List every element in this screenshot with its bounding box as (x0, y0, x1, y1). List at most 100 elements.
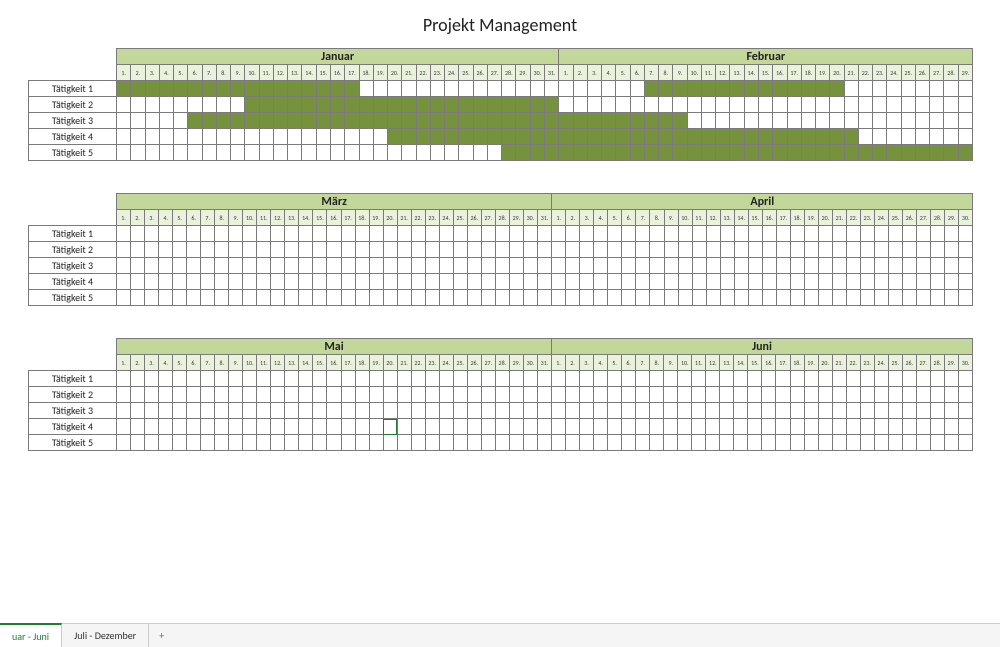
gantt-cell[interactable] (216, 145, 230, 161)
gantt-cell[interactable] (537, 274, 551, 290)
gantt-cell[interactable] (231, 113, 245, 129)
gantt-cell[interactable] (673, 129, 687, 145)
gantt-cell[interactable] (229, 387, 243, 403)
gantt-cell[interactable] (701, 81, 715, 97)
gantt-cell[interactable] (860, 371, 874, 387)
gantt-cell[interactable] (759, 97, 773, 113)
gantt-cell[interactable] (273, 145, 287, 161)
gantt-cell[interactable] (551, 403, 565, 419)
gantt-cell[interactable] (846, 387, 860, 403)
gantt-cell[interactable] (473, 113, 487, 129)
gantt-cell[interactable] (173, 371, 187, 387)
gantt-cell[interactable] (216, 129, 230, 145)
gantt-cell[interactable] (650, 290, 664, 306)
gantt-cell[interactable] (659, 129, 673, 145)
gantt-cell[interactable] (846, 226, 860, 242)
gantt-cell[interactable] (201, 258, 215, 274)
gantt-cell[interactable] (959, 258, 973, 274)
gantt-cell[interactable] (858, 113, 872, 129)
gantt-cell[interactable] (636, 258, 650, 274)
gantt-cell[interactable] (430, 145, 444, 161)
gantt-cell[interactable] (730, 113, 744, 129)
gantt-cell[interactable] (720, 403, 734, 419)
gantt-cell[interactable] (692, 258, 706, 274)
gantt-cell[interactable] (439, 419, 453, 435)
gantt-cell[interactable] (552, 226, 566, 242)
gantt-cell[interactable] (187, 387, 201, 403)
gantt-cell[interactable] (313, 274, 327, 290)
gantt-cell[interactable] (608, 387, 622, 403)
gantt-cell[interactable] (369, 435, 383, 451)
gantt-cell[interactable] (860, 435, 874, 451)
gantt-cell[interactable] (229, 226, 243, 242)
gantt-cell[interactable] (201, 290, 215, 306)
gantt-cell[interactable] (243, 226, 257, 242)
gantt-cell[interactable] (229, 419, 243, 435)
gantt-cell[interactable] (602, 113, 616, 129)
gantt-cell[interactable] (537, 226, 551, 242)
gantt-cell[interactable] (917, 226, 931, 242)
gantt-cell[interactable] (117, 97, 131, 113)
gantt-cell[interactable] (816, 113, 830, 129)
gantt-cell[interactable] (916, 387, 930, 403)
gantt-cell[interactable] (720, 226, 734, 242)
gantt-cell[interactable] (748, 387, 762, 403)
gantt-cell[interactable] (516, 97, 530, 113)
gantt-cell[interactable] (573, 145, 587, 161)
gantt-cell[interactable] (481, 290, 495, 306)
gantt-cell[interactable] (917, 290, 931, 306)
gantt-cell[interactable] (759, 145, 773, 161)
gantt-cell[interactable] (345, 81, 359, 97)
gantt-cell[interactable] (748, 371, 762, 387)
gantt-cell[interactable] (467, 371, 481, 387)
gantt-cell[interactable] (397, 419, 411, 435)
gantt-cell[interactable] (759, 81, 773, 97)
gantt-cell[interactable] (762, 435, 776, 451)
gantt-cell[interactable] (537, 242, 551, 258)
gantt-cell[interactable] (145, 435, 159, 451)
gantt-cell[interactable] (748, 290, 762, 306)
gantt-cell[interactable] (117, 274, 131, 290)
gantt-cell[interactable] (636, 419, 650, 435)
gantt-cell[interactable] (341, 258, 355, 274)
gantt-cell[interactable] (285, 435, 299, 451)
gantt-cell[interactable] (664, 242, 678, 258)
gantt-cell[interactable] (888, 403, 902, 419)
gantt-cell[interactable] (790, 419, 804, 435)
gantt-cell[interactable] (495, 290, 509, 306)
gantt-cell[interactable] (901, 97, 915, 113)
gantt-cell[interactable] (288, 129, 302, 145)
gantt-cell[interactable] (959, 274, 973, 290)
gantt-cell[interactable] (439, 387, 453, 403)
gantt-cell[interactable] (944, 145, 958, 161)
gantt-cell[interactable] (159, 403, 173, 419)
gantt-cell[interactable] (801, 97, 815, 113)
gantt-cell[interactable] (215, 242, 229, 258)
gantt-cell[interactable] (801, 113, 815, 129)
gantt-cell[interactable] (453, 403, 467, 419)
gantt-cell[interactable] (917, 258, 931, 274)
gantt-cell[interactable] (594, 258, 608, 274)
gantt-cell[interactable] (202, 113, 216, 129)
gantt-cell[interactable] (487, 113, 501, 129)
gantt-cell[interactable] (188, 129, 202, 145)
gantt-cell[interactable] (117, 242, 131, 258)
gantt-cell[interactable] (874, 419, 888, 435)
gantt-cell[interactable] (509, 274, 523, 290)
gantt-cell[interactable] (313, 387, 327, 403)
gantt-cell[interactable] (316, 129, 330, 145)
gantt-cell[interactable] (327, 403, 341, 419)
gantt-cell[interactable] (636, 371, 650, 387)
gantt-cell[interactable] (202, 129, 216, 145)
gantt-cell[interactable] (608, 419, 622, 435)
gantt-cell[interactable] (959, 242, 973, 258)
gantt-cell[interactable] (131, 145, 145, 161)
gantt-cell[interactable] (316, 81, 330, 97)
gantt-cell[interactable] (566, 242, 580, 258)
gantt-cell[interactable] (467, 290, 481, 306)
gantt-cell[interactable] (873, 97, 887, 113)
gantt-cell[interactable] (341, 419, 355, 435)
gantt-cell[interactable] (215, 387, 229, 403)
gantt-cell[interactable] (687, 81, 701, 97)
gantt-cell[interactable] (523, 371, 537, 387)
